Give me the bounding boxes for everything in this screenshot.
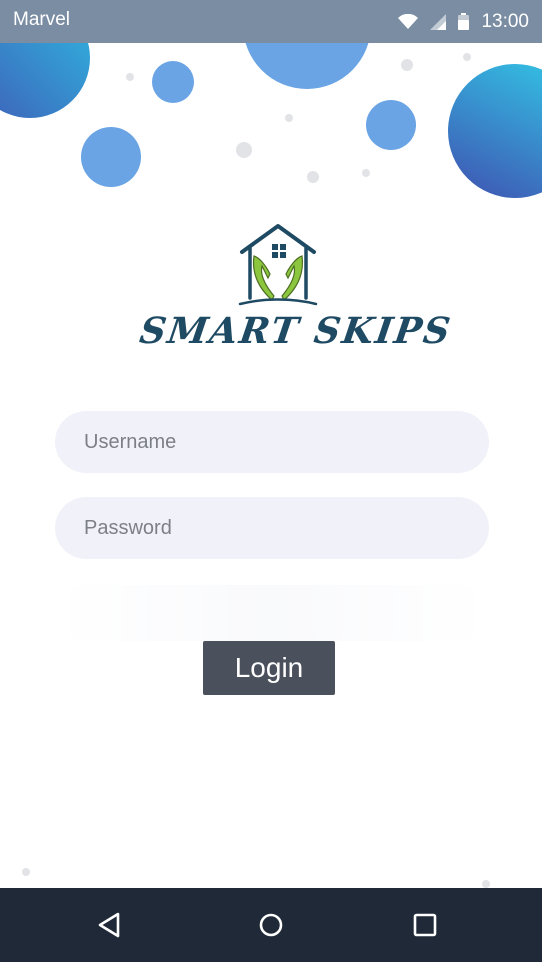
logo-text: SMART SKIPS: [137, 310, 455, 352]
recents-icon: [413, 913, 437, 937]
bubble-small-3: [366, 100, 416, 150]
login-button[interactable]: Login: [203, 641, 335, 695]
app-logo: SMART SKIPS: [137, 222, 455, 352]
battery-icon: [458, 13, 470, 30]
dot-1: [126, 73, 134, 81]
password-input[interactable]: [55, 497, 489, 559]
dot-4: [285, 114, 293, 122]
home-icon: [259, 913, 283, 937]
house-hands-icon: [238, 224, 318, 306]
dot-5: [236, 142, 252, 158]
home-button[interactable]: [246, 902, 296, 948]
back-button[interactable]: [84, 902, 134, 948]
bubble-small-1: [152, 61, 194, 103]
status-time: 13:00: [481, 10, 529, 32]
dot-9: [482, 880, 490, 888]
bubble-right: [448, 64, 542, 198]
dot-2: [401, 59, 413, 71]
status-icons: 13:00: [398, 0, 529, 43]
wifi-icon: [398, 13, 419, 30]
dot-3: [463, 53, 471, 61]
navigation-bar: [0, 888, 542, 962]
signal-icon: [430, 13, 447, 30]
back-icon: [98, 912, 120, 938]
dot-8: [22, 868, 30, 876]
faded-field-overlay: [55, 585, 489, 641]
status-app-name: Marvel: [13, 9, 71, 30]
username-input[interactable]: [55, 411, 489, 473]
bubble-small-2: [81, 127, 141, 187]
dot-6: [307, 171, 319, 183]
status-bar: Marvel 13:00: [0, 0, 542, 43]
recents-button[interactable]: [400, 902, 450, 948]
background-bubbles: [0, 0, 542, 888]
dot-7: [362, 169, 370, 177]
